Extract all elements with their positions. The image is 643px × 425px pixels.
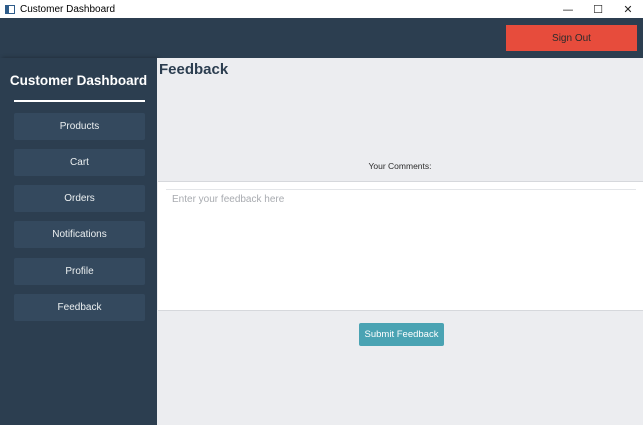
app-icon xyxy=(5,4,15,14)
sidebar-item-cart[interactable]: Cart xyxy=(14,149,145,176)
sidebar-divider xyxy=(14,100,145,102)
top-bar: Sign Out xyxy=(0,18,643,58)
feedback-placeholder: Enter your feedback here xyxy=(172,194,285,205)
window-controls: — ☐ ✕ xyxy=(553,0,643,18)
sidebar-item-orders[interactable]: Orders xyxy=(14,185,145,212)
window-titlebar: Customer Dashboard — ☐ ✕ xyxy=(0,0,643,18)
sidebar-item-notifications[interactable]: Notifications xyxy=(14,221,145,248)
main-content: Feedback Your Comments: Enter your feedb… xyxy=(157,58,643,425)
maximize-icon[interactable]: ☐ xyxy=(583,0,613,18)
submit-feedback-button[interactable]: Submit Feedback xyxy=(359,323,444,346)
sidebar-item-feedback[interactable]: Feedback xyxy=(14,294,145,321)
sidebar-item-products[interactable]: Products xyxy=(14,113,145,140)
close-icon[interactable]: ✕ xyxy=(613,0,643,18)
feedback-textarea[interactable]: Enter your feedback here xyxy=(158,181,643,311)
sign-out-button[interactable]: Sign Out xyxy=(506,25,637,51)
window-title: Customer Dashboard xyxy=(20,3,116,15)
sidebar: Customer Dashboard Products Cart Orders … xyxy=(0,58,157,425)
sidebar-title: Customer Dashboard xyxy=(9,73,148,88)
comments-label: Your Comments: xyxy=(368,161,432,171)
textarea-divider xyxy=(166,189,636,190)
sidebar-item-profile[interactable]: Profile xyxy=(14,258,145,285)
minimize-icon[interactable]: — xyxy=(553,0,583,18)
page-title: Feedback xyxy=(159,61,229,78)
